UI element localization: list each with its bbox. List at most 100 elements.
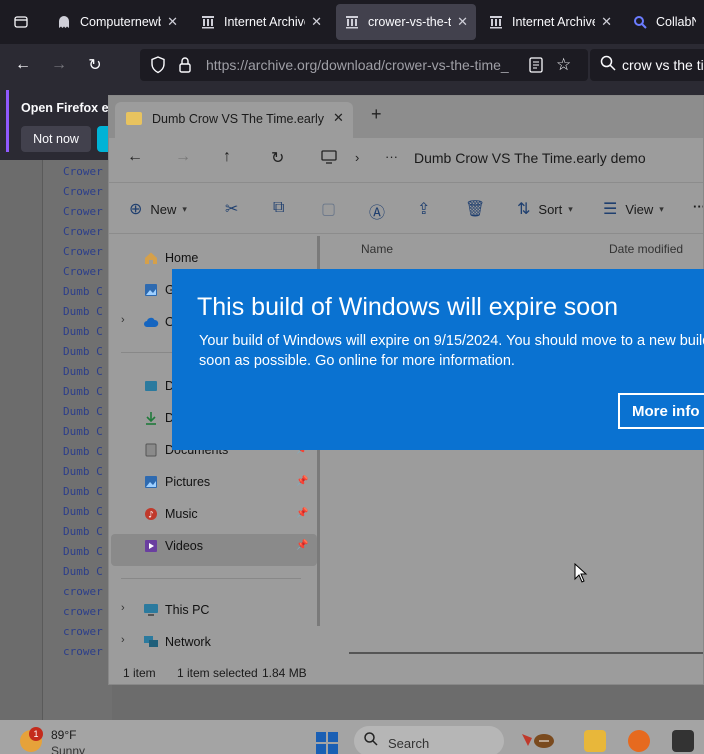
file-link[interactable]: Dumb C	[63, 362, 103, 382]
url-text[interactable]: https://archive.org/download/crower-vs-t…	[206, 57, 509, 73]
tab-overview-icon[interactable]	[8, 9, 34, 35]
forward-arrow-icon[interactable]: →	[46, 52, 72, 78]
file-link[interactable]: Crower	[63, 242, 103, 262]
file-link[interactable]: crower	[63, 642, 103, 662]
bookmark-star-icon[interactable]: ☆	[556, 55, 571, 75]
file-link[interactable]: Dumb C	[63, 482, 103, 502]
file-link[interactable]: Dumb C	[63, 442, 103, 462]
view-button[interactable]: ☰ View ▾	[603, 199, 664, 219]
sort-button[interactable]: ⇅ Sort ▾	[517, 199, 573, 219]
pin-icon[interactable]: 📌	[296, 540, 308, 551]
sort-label: Sort	[538, 201, 563, 217]
close-icon[interactable]: ✕	[311, 14, 322, 30]
new-tab-icon[interactable]: +	[371, 104, 382, 125]
up-arrow-icon[interactable]: ↑	[223, 148, 231, 166]
back-arrow-icon[interactable]: ←	[127, 148, 143, 166]
copy-button[interactable]: ⧉	[273, 199, 292, 217]
address-path[interactable]: Dumb Crow VS The Time.early demo	[414, 150, 646, 166]
close-icon[interactable]: ✕	[167, 14, 178, 30]
pin-icon[interactable]: 📌	[296, 476, 308, 487]
file-link[interactable]: Crower	[63, 182, 103, 202]
nav-item-music[interactable]: ♪ Music	[143, 504, 198, 524]
nav-item-downloads[interactable]: D	[143, 408, 174, 428]
chevron-right-icon[interactable]: ›	[121, 634, 125, 646]
file-link[interactable]: Dumb C	[63, 342, 103, 362]
pin-icon[interactable]: 📌	[296, 508, 308, 519]
horizontal-scrollbar[interactable]	[349, 652, 703, 654]
file-link[interactable]: Dumb C	[63, 462, 103, 482]
file-link[interactable]: crower	[63, 622, 103, 642]
nav-item-home[interactable]: Home	[143, 248, 198, 268]
file-link[interactable]: Dumb C	[63, 542, 103, 562]
file-link[interactable]: Crower	[63, 162, 103, 182]
file-link[interactable]: Dumb C	[63, 282, 103, 302]
monitor-icon[interactable]	[321, 150, 337, 169]
search-bar[interactable]: crow vs the ti	[590, 49, 704, 81]
close-icon[interactable]: ✕	[333, 110, 344, 126]
nav-item-onedrive[interactable]: O	[143, 312, 175, 332]
lock-icon[interactable]	[178, 56, 192, 77]
reader-view-icon[interactable]	[528, 56, 544, 77]
cut-button[interactable]: ✂	[225, 199, 246, 219]
explorer-tab[interactable]: Dumb Crow VS The Time.early ✕	[115, 102, 353, 138]
more-options-button[interactable]: ···	[693, 199, 703, 214]
app-taskbar-icon[interactable]	[672, 730, 694, 752]
column-header-date-modified[interactable]: Date modified	[609, 242, 683, 256]
back-arrow-icon[interactable]: ←	[10, 52, 36, 78]
chevron-right-icon[interactable]: ›	[121, 314, 125, 326]
windows-start-icon[interactable]	[316, 732, 338, 754]
browser-tab-internet-archive-2[interactable]: Internet Archive ✕	[480, 4, 620, 40]
file-link[interactable]: Crower	[63, 262, 103, 282]
browser-tab-computernewb[interactable]: Computernewb ✕	[48, 4, 186, 40]
weather-condition[interactable]: Sunny	[51, 744, 85, 754]
file-link[interactable]: Crower	[63, 222, 103, 242]
nav-item-network[interactable]: Network	[143, 632, 211, 652]
refresh-icon[interactable]: ↻	[271, 148, 284, 168]
address-bar[interactable]: https://archive.org/download/crower-vs-t…	[140, 49, 588, 81]
file-link[interactable]: Dumb C	[63, 302, 103, 322]
delete-button[interactable]: 🗑	[465, 199, 493, 219]
svg-text:♪: ♪	[148, 511, 154, 521]
rename-button[interactable]: Ⓐ	[369, 199, 393, 223]
firefox-taskbar-icon[interactable]	[628, 730, 650, 752]
football-widget-icon[interactable]	[518, 730, 554, 752]
network-icon	[143, 634, 159, 650]
file-link[interactable]: Dumb C	[63, 402, 103, 422]
new-button[interactable]: ⊕ New ▾	[129, 199, 187, 219]
column-header-name[interactable]: Name	[361, 242, 393, 256]
reload-icon[interactable]: ↻	[82, 52, 108, 78]
browser-tab-collabnet[interactable]: CollabNet	[624, 4, 704, 40]
more-path-icon[interactable]: ···	[385, 149, 398, 164]
file-link[interactable]: Dumb C	[63, 522, 103, 542]
nav-item-desktop[interactable]: D	[143, 376, 174, 396]
more-info-button[interactable]: More info	[618, 393, 704, 429]
file-link[interactable]: Dumb C	[63, 502, 103, 522]
file-explorer-taskbar-icon[interactable]	[584, 730, 606, 752]
taskbar-search[interactable]: Search	[354, 726, 504, 754]
file-link[interactable]: Dumb C	[63, 382, 103, 402]
nav-item-pictures[interactable]: Pictures	[143, 472, 210, 492]
browser-tab-internet-archive-1[interactable]: Internet Archive ✕	[192, 4, 330, 40]
chevron-right-icon[interactable]: ›	[355, 150, 359, 165]
nav-item-gallery[interactable]: G	[143, 280, 175, 300]
forward-arrow-icon[interactable]: →	[175, 148, 191, 166]
file-link[interactable]: crower	[63, 582, 103, 602]
close-icon[interactable]: ✕	[601, 14, 612, 30]
browser-tab-crower-vs-the-time[interactable]: crower-vs-the-t ✕	[336, 4, 476, 40]
file-link[interactable]: Dumb C	[63, 422, 103, 442]
file-link[interactable]: Dumb C	[63, 562, 103, 582]
file-link[interactable]: Crower	[63, 202, 103, 222]
weather-temperature[interactable]: 89°F	[51, 728, 76, 742]
notification-title: Open Firefox ev	[21, 101, 116, 115]
close-icon[interactable]: ✕	[457, 14, 468, 30]
shield-icon[interactable]	[150, 56, 166, 77]
file-link[interactable]: crower	[63, 602, 103, 622]
search-text[interactable]: crow vs the ti	[622, 57, 704, 73]
not-now-button[interactable]: Not now	[21, 126, 91, 152]
paste-button[interactable]: ▢	[321, 199, 344, 219]
nav-item-videos[interactable]: Videos	[143, 536, 203, 556]
nav-item-this-pc[interactable]: This PC	[143, 600, 209, 620]
file-link[interactable]: Dumb C	[63, 322, 103, 342]
chevron-right-icon[interactable]: ›	[121, 602, 125, 614]
share-button[interactable]: ⇪	[417, 199, 438, 219]
